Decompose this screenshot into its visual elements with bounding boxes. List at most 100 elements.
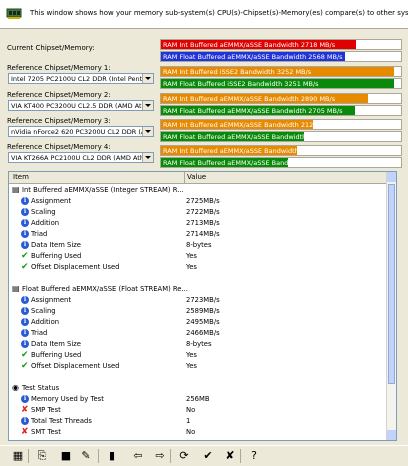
item-value: Yes — [186, 263, 197, 271]
copy-icon[interactable]: ⎘ — [34, 448, 50, 464]
reference-1-int-bar: RAM Int Buffered iSSE2 Bandwidth 3252 MB… — [160, 66, 402, 77]
list-item[interactable]: i Data Item Size 8-bytes — [9, 339, 387, 350]
toolbar-separator — [170, 449, 171, 463]
info-icon: i — [21, 219, 29, 227]
current-chipset-label: Current Chipset/Memory: — [7, 44, 95, 52]
bar-label: RAM Float Buffered aEMMX/aSSE Bandwidth … — [163, 158, 343, 167]
list-item[interactable]: i Assignment 2725MB/s — [9, 196, 387, 207]
toolbar-separator — [98, 449, 99, 463]
chevron-down-icon[interactable] — [142, 101, 153, 110]
scroll-down-arrow[interactable] — [387, 430, 396, 440]
reference-2-label: Reference Chipset/Memory 2: — [7, 91, 111, 99]
chart-icon: ▤ — [12, 185, 20, 194]
list-item[interactable]: i Addition 2495MB/s — [9, 317, 387, 328]
item-label: Buffering Used — [31, 252, 82, 260]
cancel-icon[interactable]: ✘ — [222, 448, 238, 464]
chevron-down-icon[interactable] — [142, 127, 153, 136]
check-icon: ✔ — [21, 361, 29, 371]
info-header: This window shows how your memory sub-sy… — [0, 0, 408, 29]
back-icon[interactable]: ⇦ — [130, 448, 146, 464]
item-value: 8-bytes — [186, 241, 212, 249]
list-item[interactable]: i Data Item Size 8-bytes — [9, 240, 387, 251]
info-icon: i — [21, 208, 29, 216]
item-label: Addition — [31, 219, 60, 227]
list-item[interactable]: ✔ Buffering Used Yes — [9, 350, 387, 361]
list-item — [9, 372, 387, 383]
info-icon: i — [21, 197, 29, 205]
list-item[interactable]: ✘ SMP Test No — [9, 405, 387, 416]
list-item[interactable]: ✔ Offset Displacement Used Yes — [9, 262, 387, 273]
scroll-thumb[interactable] — [388, 184, 395, 384]
report-icon[interactable]: ▦ — [10, 448, 26, 464]
list-item[interactable]: i Scaling 2589MB/s — [9, 306, 387, 317]
item-value: 2725MB/s — [186, 197, 220, 205]
bar-label: RAM Float Buffered aEMMX/aSSE Bandwidth … — [163, 52, 343, 61]
column-divider[interactable] — [184, 172, 185, 183]
list-item[interactable]: ✔ Buffering Used Yes — [9, 251, 387, 262]
chart-icon[interactable]: ▮ — [104, 448, 120, 464]
check-icon: ✔ — [21, 350, 29, 360]
item-label: SMP Test — [31, 406, 61, 414]
toolbar-separator — [240, 449, 241, 463]
options-icon[interactable]: ✎ — [78, 448, 94, 464]
list-item[interactable]: i Scaling 2722MB/s — [9, 207, 387, 218]
item-value: 2495MB/s — [186, 318, 220, 326]
bar-label: RAM Int Buffered aEMMX/aSSE Bandwidth 27… — [163, 40, 336, 49]
list-item[interactable]: ✔ Offset Displacement Used Yes — [9, 361, 387, 372]
list-item[interactable]: i Memory Used by Test 256MB — [9, 394, 387, 405]
bar-label: RAM Int Buffered iSSE2 Bandwidth 3252 MB… — [163, 67, 312, 76]
bar-label: RAM Float Buffered aEMMX/aSSE Bandwidth … — [163, 132, 343, 141]
info-icon: i — [21, 340, 29, 348]
item-value: 2713MB/s — [186, 219, 220, 227]
scroll-up-arrow[interactable] — [387, 172, 396, 182]
info-icon: i — [21, 241, 29, 249]
bar-label: RAM Int Buffered aEMMX/aSSE Bandwidth 19… — [163, 146, 336, 155]
ok-icon[interactable]: ✔ — [200, 448, 216, 464]
vertical-scrollbar[interactable] — [386, 172, 396, 440]
list-group-header[interactable]: ◉ Test Status — [9, 383, 387, 394]
combo-value: Intel 7205 PC2100U CL2 DDR (Intel Pentiu… — [11, 75, 143, 83]
info-icon: i — [21, 296, 29, 304]
reference-2-combo[interactable]: VIA KT400 PC3200U CL2.5 DDR (AMD Athlon) — [8, 100, 154, 111]
column-header-item[interactable]: Item — [13, 173, 29, 181]
combo-value: VIA KT400 PC3200U CL2.5 DDR (AMD Athlon) — [11, 102, 143, 110]
item-value: Yes — [186, 362, 197, 370]
reference-1-combo[interactable]: Intel 7205 PC2100U CL2 DDR (Intel Pentiu… — [8, 73, 154, 84]
list-group-header[interactable]: ▤ Int Buffered aEMMX/aSSE (Integer STREAM… — [9, 185, 387, 196]
item-label: Scaling — [31, 208, 56, 216]
disk-icon: ◉ — [12, 383, 19, 392]
item-label: Offset Displacement Used — [31, 362, 120, 370]
info-icon: i — [21, 417, 29, 425]
column-header-value[interactable]: Value — [187, 173, 206, 181]
header-text: This window shows how your memory sub-sy… — [30, 9, 408, 17]
reference-3-combo[interactable]: nVidia nForce2 620 PC3200U CL2 DDR (AMD … — [8, 126, 154, 137]
check-icon: ✔ — [21, 251, 29, 261]
list-item[interactable]: i Triad 2466MB/s — [9, 328, 387, 339]
item-value: 8-bytes — [186, 340, 212, 348]
forward-icon[interactable]: ⇨ — [152, 448, 168, 464]
cross-icon: ✘ — [21, 427, 29, 437]
item-label: Assignment — [31, 197, 72, 205]
reference-2-float-bar: RAM Float Buffered aEMMX/aSSE Bandwidth … — [160, 105, 402, 116]
list-group-header[interactable]: ▤ Float Buffered aEMMX/aSSE (Float STREAM… — [9, 284, 387, 295]
item-label: Test Status — [22, 384, 60, 392]
reference-3-float-bar: RAM Float Buffered aEMMX/aSSE Bandwidth … — [160, 131, 402, 142]
list-item[interactable]: i Addition 2713MB/s — [9, 218, 387, 229]
list-item[interactable]: i Triad 2714MB/s — [9, 229, 387, 240]
save-icon[interactable]: ■ — [58, 448, 74, 464]
list-item[interactable]: ✘ SMT Test No — [9, 427, 387, 438]
cross-icon: ✘ — [21, 405, 29, 415]
bottom-toolbar: ▦ ⎘ ■ ✎ ▮ ⇦ ⇨ ⟳ ✔ ✘? — [0, 445, 408, 466]
refresh-icon[interactable]: ⟳ — [176, 448, 192, 464]
list-item[interactable]: i Assignment 2723MB/s — [9, 295, 387, 306]
item-label: Data Item Size — [31, 241, 81, 249]
chevron-down-icon[interactable] — [142, 153, 153, 162]
list-item[interactable]: i Total Test Threads 1 — [9, 416, 387, 427]
item-label: Total Test Threads — [31, 417, 92, 425]
results-list[interactable]: Item Value ▤ Int Buffered aEMMX/aSSE (Int… — [8, 171, 397, 441]
item-label: Int Buffered aEMMX/aSSE (Integer STREAM)… — [22, 186, 184, 194]
reference-4-combo[interactable]: VIA KT266A PC2100U CL2 DDR (AMD Athlon) — [8, 152, 154, 163]
item-label: Float Buffered aEMMX/aSSE (Float STREAM)… — [22, 285, 188, 293]
help-icon[interactable]: ? — [246, 448, 262, 464]
chevron-down-icon[interactable] — [142, 74, 153, 83]
